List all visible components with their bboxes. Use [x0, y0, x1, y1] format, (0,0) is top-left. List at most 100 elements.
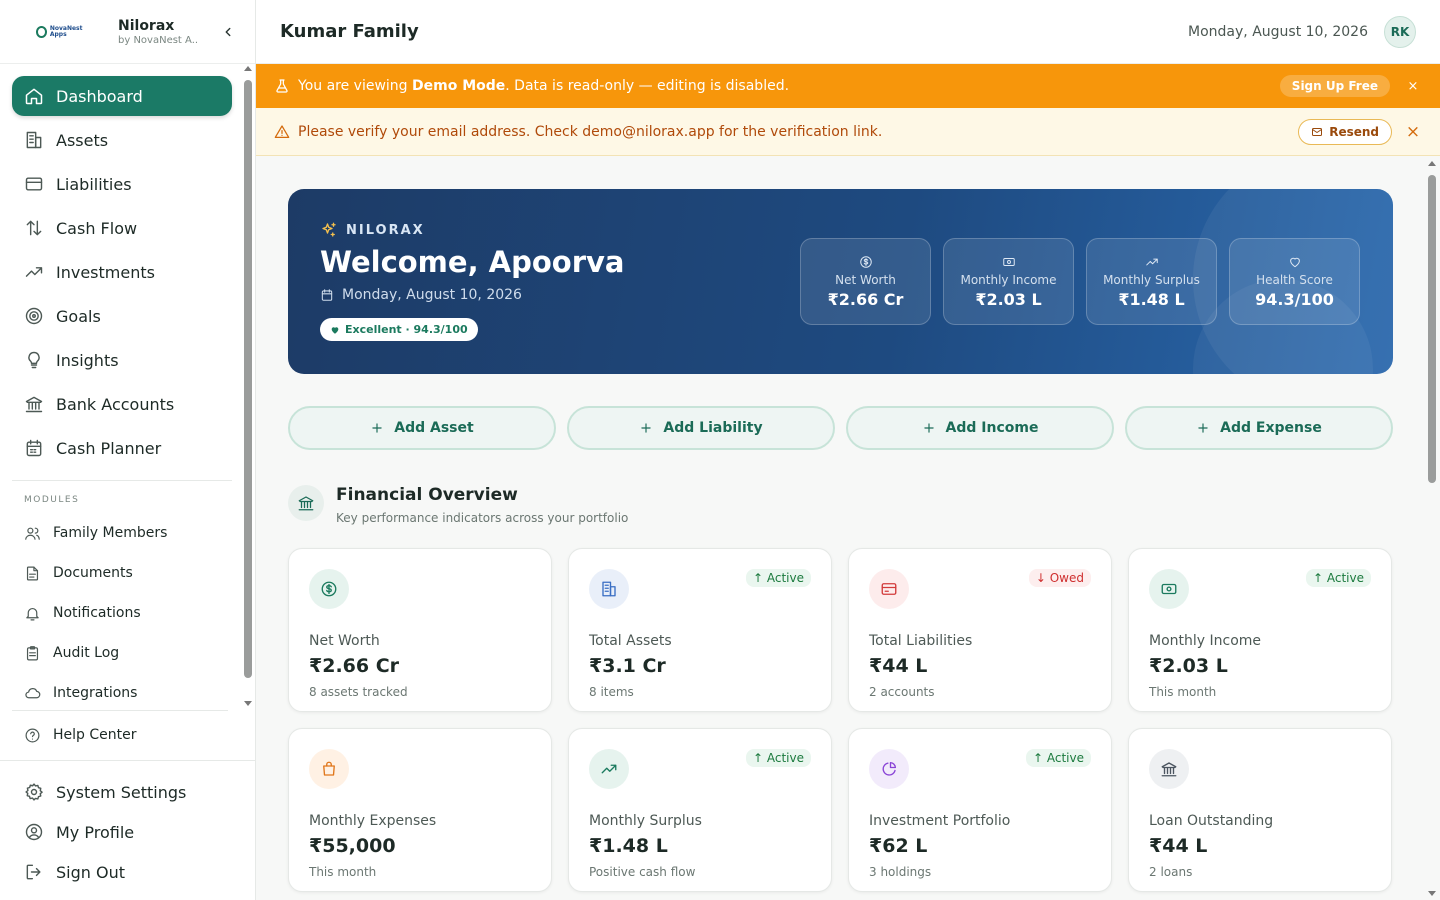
- quick-actions: Add Asset Add Liability Add Income Add E…: [288, 406, 1393, 450]
- add-income-button[interactable]: Add Income: [846, 406, 1114, 450]
- sidebar-item-family-members[interactable]: Family Members: [12, 515, 232, 551]
- kpi-card-monthly-income[interactable]: ↑ Active Monthly Income ₹2.03 L This mon…: [1128, 548, 1392, 712]
- card-footnote: This month: [1149, 685, 1217, 699]
- kpi-card-net-worth[interactable]: Net Worth ₹2.66 Cr 8 assets tracked: [288, 548, 552, 712]
- resend-button[interactable]: Resend: [1298, 118, 1392, 145]
- card-label: Loan Outstanding: [1149, 813, 1274, 829]
- sparkles-icon: [322, 222, 336, 237]
- collapse-sidebar-button[interactable]: [217, 21, 239, 43]
- health-status-text: Excellent · 94.3/100: [345, 323, 468, 336]
- sign-up-free-button[interactable]: Sign Up Free: [1279, 75, 1390, 97]
- avatar[interactable]: RK: [1384, 15, 1416, 48]
- sidebar-item-insights[interactable]: Insights: [12, 340, 232, 380]
- sidebar-item-liabilities[interactable]: Liabilities: [12, 164, 232, 204]
- sidebar-item-audit-log[interactable]: Audit Log: [12, 635, 232, 671]
- card-footnote: This month: [309, 865, 377, 879]
- sidebar-nav: Dashboard Assets Liabilities Cash Flow I…: [0, 64, 244, 708]
- sign-out-icon: [26, 864, 41, 880]
- hero-stat-monthly-income: Monthly Income ₹2.03 L: [943, 238, 1074, 325]
- brand-header: NovaNest Apps Nilorax by NovaNest A...: [0, 0, 255, 64]
- demo-mode-label: Demo Mode: [412, 78, 506, 94]
- financial-overview-header: Financial Overview Key performance indic…: [288, 485, 628, 525]
- sidebar-item-goals[interactable]: Goals: [12, 296, 232, 336]
- sidebar-item-assets[interactable]: Assets: [12, 120, 232, 160]
- banknote-icon: [1002, 257, 1015, 266]
- building-icon: [26, 131, 42, 149]
- kpi-card-monthly-surplus[interactable]: ↑ Active Monthly Surplus ₹1.48 L Positiv…: [568, 728, 832, 892]
- scrollbar-thumb[interactable]: [1428, 175, 1436, 483]
- status-badge-text: Active: [1046, 751, 1084, 765]
- sidebar-bottom-nav: System Settings My Profile Sign Out: [0, 760, 256, 893]
- sidebar-item-notifications[interactable]: Notifications: [12, 595, 232, 631]
- sidebar-item-investments[interactable]: Investments: [12, 252, 232, 292]
- sidebar-item-label: Cash Flow: [56, 218, 138, 238]
- sidebar-item-cash-planner[interactable]: Cash Planner: [12, 428, 232, 468]
- welcome-title: Welcome, Apoorva: [320, 245, 625, 279]
- card-value: ₹62 L: [869, 835, 928, 857]
- sidebar-item-integrations[interactable]: Integrations: [12, 675, 232, 708]
- sidebar-item-label: Integrations: [53, 685, 138, 701]
- kpi-card-loan-outstanding[interactable]: Loan Outstanding ₹44 L 2 loans: [1128, 728, 1392, 892]
- dollar-circle-icon: [321, 581, 337, 597]
- kpi-card-total-liabilities[interactable]: ↓ Owed Total Liabilities ₹44 L 2 account…: [848, 548, 1112, 712]
- card-icon: [589, 749, 629, 789]
- status-badge-text: Active: [766, 571, 804, 585]
- shopping-bag-icon: [323, 761, 335, 776]
- status-badge: ↑ Active: [746, 569, 811, 587]
- close-icon: ×: [1405, 121, 1421, 142]
- sidebar-item-bank-accounts[interactable]: Bank Accounts: [12, 384, 232, 424]
- sidebar-item-documents[interactable]: Documents: [12, 555, 232, 591]
- sidebar-item-help-center[interactable]: Help Center: [12, 717, 228, 753]
- status-badge-text: Owed: [1049, 571, 1084, 585]
- close-demo-banner-button[interactable]: ×: [1404, 77, 1422, 95]
- scroll-up-icon: [244, 66, 252, 71]
- topbar: Kumar Family Monday, August 10, 2026 RK: [256, 0, 1440, 64]
- status-badge: ↑ Active: [746, 749, 811, 767]
- card-value: ₹2.66 Cr: [309, 655, 400, 677]
- add-asset-button[interactable]: Add Asset: [288, 406, 556, 450]
- banknote-icon: [1161, 583, 1177, 595]
- sidebar-item-my-profile[interactable]: My Profile: [12, 813, 244, 851]
- card-value: ₹3.1 Cr: [589, 655, 666, 677]
- card-footnote: 3 holdings: [869, 865, 932, 879]
- add-expense-button[interactable]: Add Expense: [1125, 406, 1393, 450]
- hero-stat-net-worth: Net Worth ₹2.66 Cr: [800, 238, 931, 325]
- bank-icon: [298, 496, 314, 511]
- kpi-card-investment-portfolio[interactable]: ↑ Active Investment Portfolio ₹62 L 3 ho…: [848, 728, 1112, 892]
- trending-up-icon: [25, 267, 43, 277]
- sidebar-scrollbar[interactable]: [242, 66, 254, 706]
- scrollbar-thumb[interactable]: [244, 80, 252, 678]
- arrows-up-down-icon: [26, 220, 42, 236]
- scroll-up-icon: [1428, 161, 1436, 166]
- status-badge: ↓ Owed: [1028, 569, 1091, 587]
- bank-icon: [25, 396, 43, 413]
- close-verify-banner-button[interactable]: ×: [1404, 121, 1422, 142]
- user-circle-icon: [25, 823, 43, 841]
- pie-chart-icon: [882, 761, 897, 776]
- main-scrollbar[interactable]: [1424, 157, 1440, 900]
- clipboard-icon: [26, 645, 39, 660]
- app-name: Nilorax: [118, 17, 175, 34]
- document-icon: [26, 566, 39, 580]
- sidebar-item-label: Liabilities: [56, 174, 132, 194]
- card-value: ₹55,000: [309, 835, 396, 857]
- add-liability-button[interactable]: Add Liability: [567, 406, 835, 450]
- sidebar-item-dashboard[interactable]: Dashboard: [12, 76, 232, 116]
- hero-stats: Net Worth ₹2.66 Cr Monthly Income ₹2.03 …: [800, 238, 1372, 325]
- modules-section-label: MODULES: [24, 495, 80, 505]
- scroll-down-icon: [1428, 891, 1436, 896]
- sidebar-item-system-settings[interactable]: System Settings: [12, 773, 244, 811]
- sidebar: NovaNest Apps Nilorax by NovaNest A... D…: [0, 0, 256, 900]
- add-expense-label: Add Expense: [1220, 420, 1322, 436]
- section-title: Financial Overview: [336, 485, 518, 505]
- kpi-card-monthly-expenses[interactable]: Monthly Expenses ₹55,000 This month: [288, 728, 552, 892]
- sidebar-item-cash-flow[interactable]: Cash Flow: [12, 208, 232, 248]
- sidebar-item-label: System Settings: [56, 782, 187, 802]
- scroll-down-icon: [244, 701, 252, 706]
- kpi-cards: Net Worth ₹2.66 Cr 8 assets tracked ↑ Ac…: [288, 548, 1393, 892]
- sidebar-item-sign-out[interactable]: Sign Out: [12, 853, 244, 891]
- card-value: ₹2.03 L: [1149, 655, 1228, 677]
- kpi-card-total-assets[interactable]: ↑ Active Total Assets ₹3.1 Cr 8 items: [568, 548, 832, 712]
- home-icon: [25, 88, 43, 105]
- add-income-label: Add Income: [945, 420, 1039, 436]
